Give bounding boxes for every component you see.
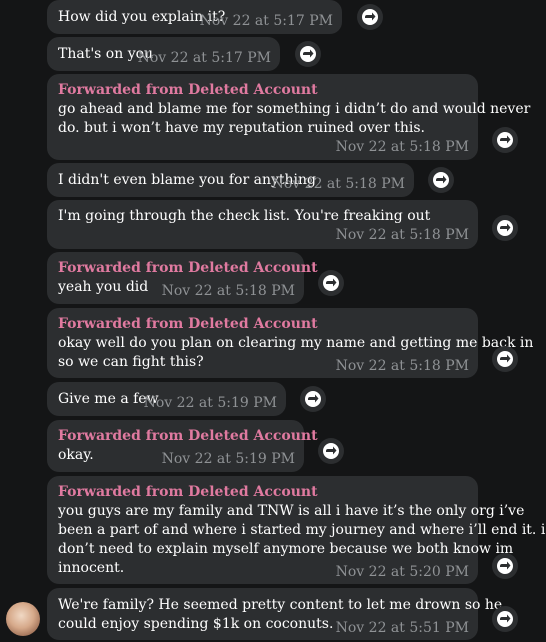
- share-arrow-icon[interactable]: [357, 4, 383, 30]
- message-timestamp: Nov 22 at 5:19 PM: [161, 451, 295, 467]
- forwarded-from-label: Forwarded from Deleted Account: [58, 82, 318, 98]
- message-bubble[interactable]: How did you explain it? Nov 22 at 5:17 P…: [47, 0, 342, 34]
- message-text: I'm going through the check list. You're…: [58, 208, 431, 224]
- share-arrow-icon[interactable]: [492, 127, 518, 153]
- share-arrow-icon[interactable]: [295, 41, 321, 67]
- message-text: you guys are my family and TNW is all i …: [58, 503, 525, 519]
- message-bubble[interactable]: Forwarded from Deleted Account you guys …: [47, 476, 545, 584]
- share-arrow-icon[interactable]: [492, 346, 518, 372]
- message-bubble[interactable]: I'm going through the check list. You're…: [47, 200, 478, 249]
- share-arrow-icon[interactable]: [300, 386, 326, 412]
- message-bubble[interactable]: Give me a few Nov 22 at 5:19 PM: [47, 382, 286, 416]
- message-bubble[interactable]: That's on you Nov 22 at 5:17 PM: [47, 37, 280, 71]
- message-timestamp: Nov 22 at 5:17 PM: [199, 13, 333, 29]
- message-text: do. but i won’t have my reputation ruine…: [58, 120, 425, 136]
- message-text: don’t need to explain myself anymore bec…: [58, 541, 514, 557]
- message-text: okay well do you plan on clearing my nam…: [58, 335, 534, 351]
- message-bubble[interactable]: Forwarded from Deleted Account okay well…: [47, 308, 533, 378]
- message-text: okay.: [58, 447, 94, 463]
- message-text: innocent.: [58, 560, 125, 576]
- share-arrow-icon[interactable]: [492, 553, 518, 579]
- forwarded-from-label: Forwarded from Deleted Account: [58, 260, 318, 276]
- message-bubble[interactable]: Forwarded from Deleted Account yeah you …: [47, 252, 318, 304]
- share-arrow-icon[interactable]: [318, 438, 344, 464]
- chat-history: How did you explain it? Nov 22 at 5:17 P…: [0, 0, 546, 642]
- message-timestamp: Nov 22 at 5:18 PM: [161, 283, 295, 299]
- message-timestamp: Nov 22 at 5:17 PM: [137, 50, 271, 66]
- share-arrow-icon[interactable]: [318, 270, 344, 296]
- message-timestamp: Nov 22 at 5:18 PM: [335, 227, 469, 243]
- message-text: been a part of and where i started my jo…: [58, 522, 546, 538]
- message-timestamp: Nov 22 at 5:18 PM: [335, 358, 469, 374]
- share-arrow-icon[interactable]: [428, 167, 454, 193]
- message-text: could enjoy spending $1k on coconuts.: [58, 616, 334, 632]
- share-arrow-icon[interactable]: [492, 606, 518, 632]
- message-timestamp: Nov 22 at 5:18 PM: [335, 139, 469, 155]
- forwarded-from-label: Forwarded from Deleted Account: [58, 484, 318, 500]
- message-text: We're family? He seemed pretty content t…: [58, 597, 503, 613]
- message-timestamp: Nov 22 at 5:20 PM: [335, 564, 469, 580]
- message-timestamp: Nov 22 at 5:18 PM: [271, 176, 405, 192]
- message-text: yeah you did: [58, 279, 149, 295]
- message-bubble[interactable]: We're family? He seemed pretty content t…: [47, 588, 502, 640]
- share-arrow-icon[interactable]: [492, 215, 518, 241]
- forwarded-from-label: Forwarded from Deleted Account: [58, 316, 318, 332]
- forwarded-from-label: Forwarded from Deleted Account: [58, 428, 318, 444]
- message-text: so we can fight this?: [58, 354, 204, 370]
- message-bubble[interactable]: I didn't even blame you for anything Nov…: [47, 163, 414, 197]
- user-avatar[interactable]: [6, 602, 40, 636]
- message-text: go ahead and blame me for something i di…: [58, 101, 531, 117]
- message-bubble[interactable]: Forwarded from Deleted Account go ahead …: [47, 74, 530, 160]
- message-bubble[interactable]: Forwarded from Deleted Account okay. Nov…: [47, 420, 318, 472]
- message-timestamp: Nov 22 at 5:19 PM: [143, 395, 277, 411]
- message-timestamp: Nov 22 at 5:51 PM: [335, 620, 469, 636]
